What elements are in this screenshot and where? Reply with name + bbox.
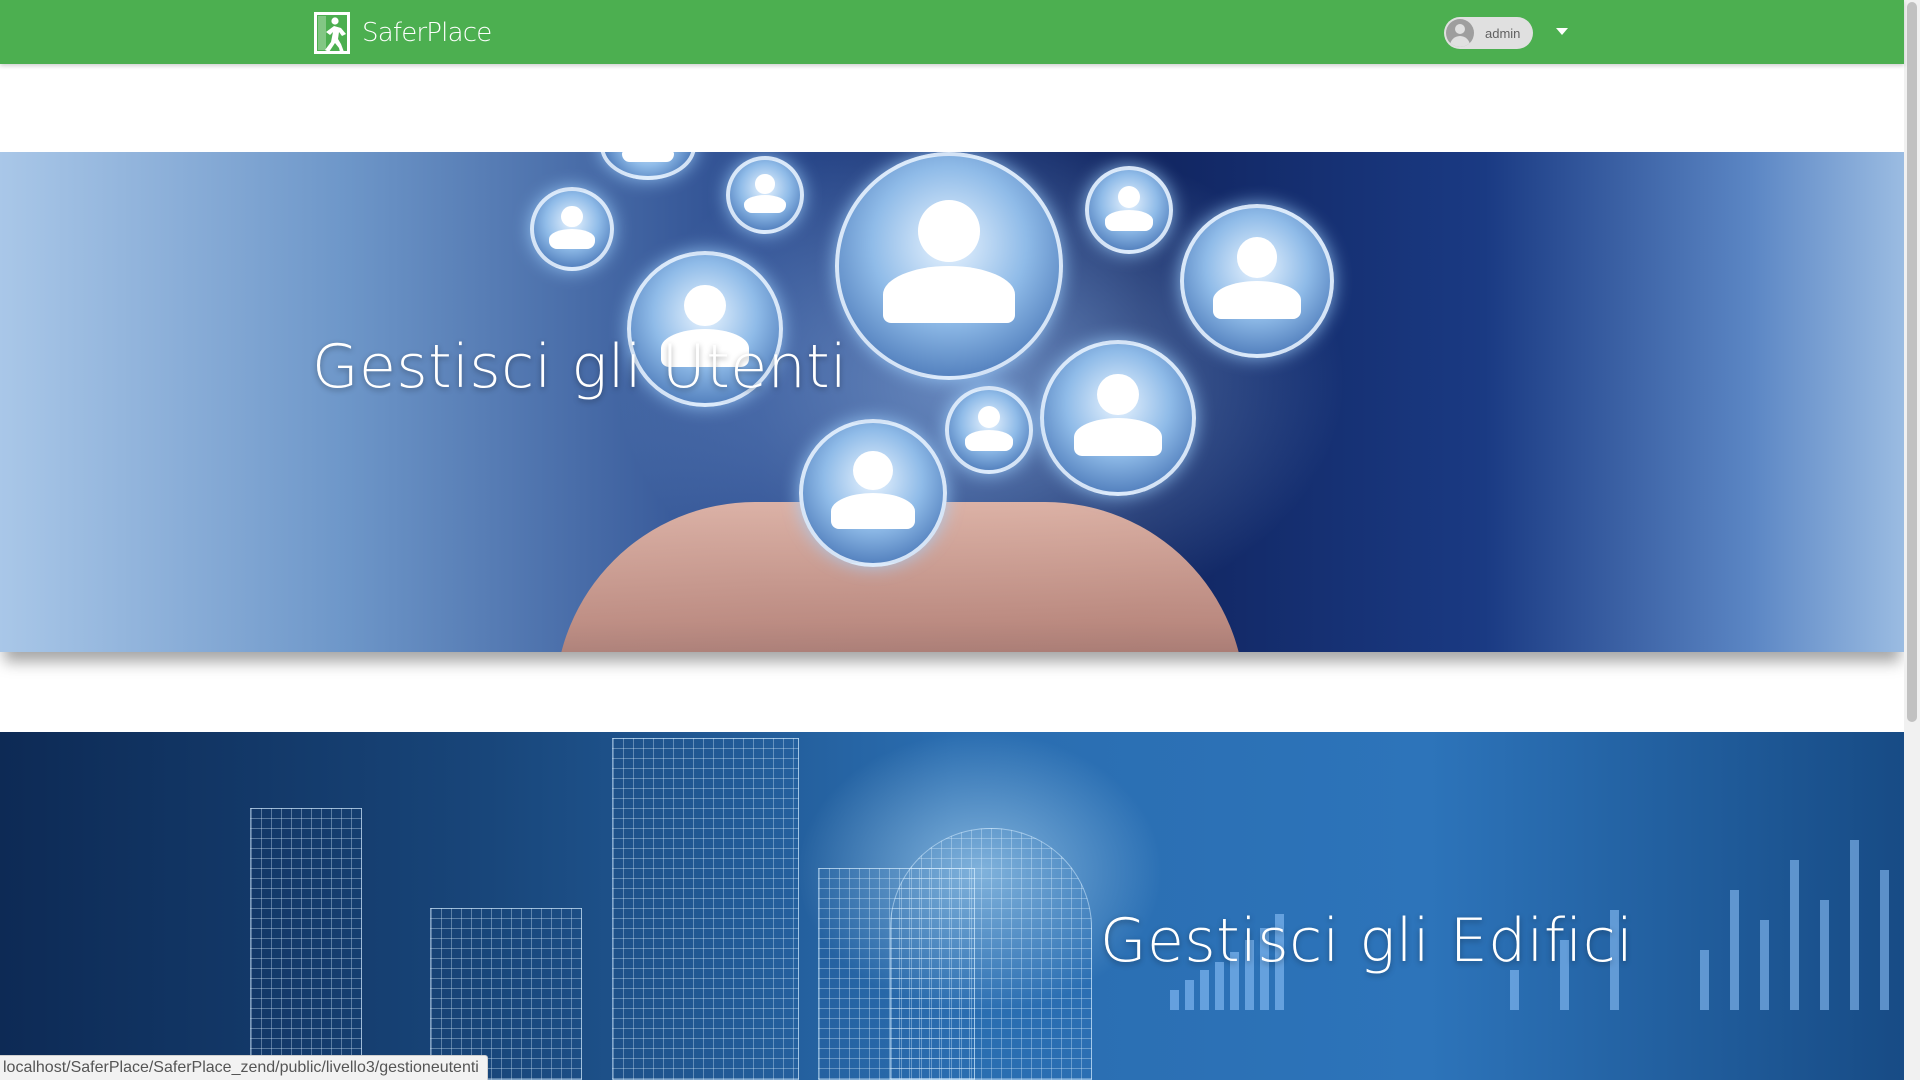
building-graphic xyxy=(890,828,1092,1080)
manage-buildings-card[interactable]: Gestisci gli Edifici xyxy=(0,732,1904,1080)
scrollbar-thumb[interactable] xyxy=(1907,2,1917,722)
chart-bar-graphic xyxy=(1510,970,1519,1010)
card-title: Gestisci gli Edifici xyxy=(1100,906,1634,976)
app-name: SaferPlace xyxy=(362,18,492,48)
user-chip[interactable]: admin xyxy=(1444,17,1533,49)
user-bubble-icon xyxy=(835,152,1063,380)
chart-bar-graphic xyxy=(1850,840,1859,1010)
chart-bar-graphic xyxy=(1760,920,1769,1010)
arrow-drop-down-icon[interactable] xyxy=(1556,28,1568,35)
building-graphic xyxy=(250,808,362,1080)
chart-bar-graphic xyxy=(1880,870,1889,1010)
building-graphic xyxy=(612,738,799,1080)
account-circle-icon xyxy=(1446,19,1474,47)
app-header: SaferPlace admin xyxy=(0,0,1904,64)
manage-users-card[interactable]: Gestisci gli Utenti xyxy=(0,152,1904,652)
user-bubble-icon xyxy=(600,152,696,180)
user-bubble-icon xyxy=(799,419,947,567)
chart-bar-graphic xyxy=(1730,890,1739,1010)
card-title: Gestisci gli Utenti xyxy=(312,332,848,402)
chart-bar-graphic xyxy=(1170,990,1179,1010)
chart-bar-graphic xyxy=(1200,970,1209,1010)
vertical-scrollbar[interactable] xyxy=(1904,0,1920,1080)
user-name: admin xyxy=(1485,25,1521,41)
user-bubble-icon xyxy=(1180,204,1334,358)
user-bubble-icon xyxy=(1040,340,1196,496)
user-bubble-icon xyxy=(530,187,614,271)
user-bubble-icon xyxy=(1085,166,1173,254)
chart-bar-graphic xyxy=(1185,980,1194,1010)
user-bubble-icon xyxy=(945,386,1033,474)
chart-bar-graphic xyxy=(1700,950,1709,1010)
user-bubble-icon xyxy=(726,156,804,234)
chart-bar-graphic xyxy=(1820,900,1829,1010)
chart-bar-graphic xyxy=(1790,860,1799,1010)
emergency-exit-icon xyxy=(314,12,350,54)
app-logo[interactable]: SaferPlace xyxy=(314,12,492,54)
browser-status-bar: localhost/SaferPlace/SaferPlace_zend/pub… xyxy=(0,1055,488,1080)
page: SaferPlace admin Gestisci gli Utenti Ges… xyxy=(0,0,1920,1080)
